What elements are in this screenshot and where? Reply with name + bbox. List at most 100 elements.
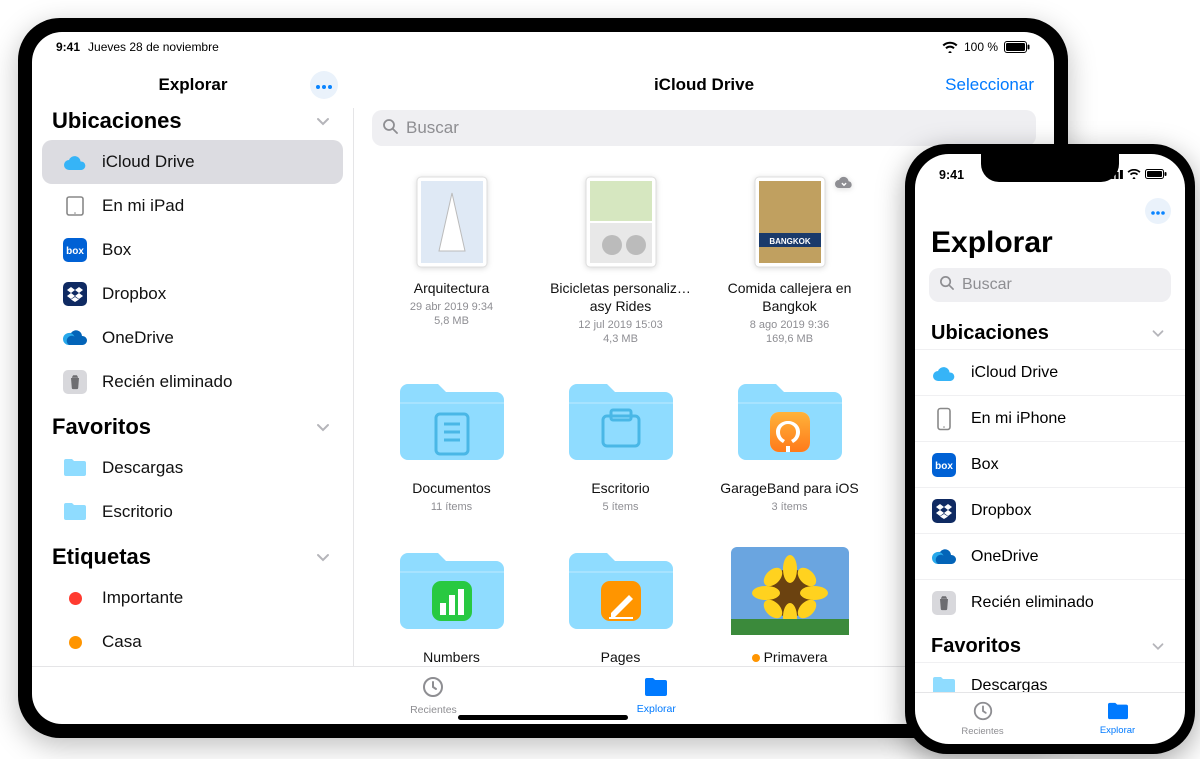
chevron-down-icon [313, 111, 333, 131]
battery-text: 100 % [964, 41, 998, 53]
status-time: 9:41 [56, 41, 80, 53]
sidebar-item[interactable]: iCloud Drive [915, 350, 1185, 396]
sidebar-item[interactable]: boxBox [915, 442, 1185, 488]
sidebar-item[interactable]: Recién eliminado [42, 360, 343, 404]
trash-icon [931, 590, 957, 616]
sidebar-item[interactable]: Dropbox [42, 272, 343, 316]
more-button[interactable] [310, 71, 338, 99]
cloud-icon [931, 360, 957, 386]
home-indicator[interactable] [458, 715, 628, 720]
sidebar-item-label: iCloud Drive [971, 364, 1058, 382]
folder-icon [1106, 701, 1130, 724]
sidebar-item[interactable]: Escritorio [42, 490, 343, 534]
sidebar-item-label: Dropbox [971, 502, 1031, 520]
file-item[interactable]: Primavera25 ago 2019 11:08 [712, 541, 867, 666]
sidebar-item[interactable]: En mi iPad [42, 184, 343, 228]
sidebar-item-label: iCloud Drive [102, 152, 195, 172]
sidebar: Ubicaciones iCloud Drive En mi iPad boxBox… [32, 108, 354, 666]
file-thumbnail [724, 372, 856, 472]
status-time: 9:41 [939, 168, 964, 182]
dropbox-icon [62, 281, 88, 307]
sidebar-item-label: Escritorio [102, 502, 173, 522]
notch [981, 154, 1119, 182]
tab-browse[interactable]: Explorar [1050, 693, 1185, 744]
file-thumbnail: BANGKOK [724, 172, 856, 272]
onedrive-icon [62, 325, 88, 351]
file-item[interactable]: Pages8 ítems [543, 541, 698, 666]
sidebar-item-label: Descargas [102, 458, 183, 478]
search-icon [939, 275, 954, 295]
page-title: Explorar [915, 224, 1185, 268]
ipad-icon [62, 193, 88, 219]
search-icon [382, 118, 398, 139]
file-name: Arquitectura [374, 280, 529, 298]
search-placeholder: Buscar [406, 118, 459, 138]
tag-dot-icon [62, 629, 88, 655]
file-thumbnail [386, 172, 518, 272]
sidebar-item[interactable]: Descargas [42, 446, 343, 490]
sidebar-item[interactable]: Descargas [915, 663, 1185, 692]
file-name: Primavera [712, 649, 867, 666]
file-name: Pages [543, 649, 698, 666]
file-meta: 3 ítems [712, 500, 867, 514]
sidebar-tag-item[interactable]: Importante [42, 576, 343, 620]
group-header-tags[interactable]: Etiquetas [32, 534, 353, 576]
tab-label: Explorar [1100, 725, 1135, 736]
tab-browse[interactable]: Explorar [637, 676, 676, 715]
file-meta: 29 abr 2019 9:345,8 MB [374, 300, 529, 329]
svg-text:BANGKOK: BANGKOK [769, 237, 811, 246]
battery-icon [1004, 41, 1030, 53]
file-item[interactable]: Documentos11 ítems [374, 372, 529, 514]
group-header-label: Etiquetas [52, 544, 151, 570]
sidebar-item[interactable]: iCloud Drive [42, 140, 343, 184]
file-item[interactable]: GarageBand para iOS3 ítems [712, 372, 867, 514]
wifi-icon [1127, 168, 1141, 182]
file-meta: 5 ítems [543, 500, 698, 514]
sidebar-item[interactable]: OneDrive [42, 316, 343, 360]
group-header-favorites[interactable]: Favoritos [915, 625, 1185, 662]
chevron-down-icon [313, 417, 333, 437]
sidebar-item[interactable]: Dropbox [915, 488, 1185, 534]
file-thumbnail [555, 172, 687, 272]
more-button[interactable] [1145, 198, 1171, 224]
file-item[interactable]: Bicicletas personaliz…asy Rides12 jul 20… [543, 172, 698, 346]
file-thumbnail [386, 541, 518, 641]
file-thumbnail [386, 372, 518, 472]
svg-text:box: box [935, 461, 953, 472]
chevron-down-icon [313, 547, 333, 567]
sidebar-item[interactable]: En mi iPhone [915, 396, 1185, 442]
more-icon [316, 76, 332, 94]
tab-bar: Recientes Explorar [915, 692, 1185, 744]
sidebar-item-label: En mi iPad [102, 196, 184, 216]
file-item[interactable]: Arquitectura 29 abr 2019 9:345,8 MB [374, 172, 529, 346]
tag-dot-icon [62, 585, 88, 611]
status-date: Jueves 28 de noviembre [88, 41, 219, 53]
sidebar-item[interactable]: Recién eliminado [915, 580, 1185, 625]
main-title: iCloud Drive [354, 75, 1054, 95]
file-name: Escritorio [543, 480, 698, 498]
file-item[interactable]: Numbers5 ítems [374, 541, 529, 666]
sidebar-item-label: Recién eliminado [102, 372, 232, 392]
file-item[interactable]: Escritorio 5 ítems [543, 372, 698, 514]
group-header-favorites[interactable]: Favoritos [32, 404, 353, 446]
sidebar-item-label: Descargas [971, 677, 1047, 693]
search-input[interactable]: Buscar [929, 268, 1171, 302]
sidebar-item[interactable]: OneDrive [915, 534, 1185, 580]
sidebar-item-label: OneDrive [102, 328, 174, 348]
file-item[interactable]: BANGKOKComida callejera en Bangkok8 ago … [712, 172, 867, 346]
group-header-locations[interactable]: Ubicaciones [32, 108, 353, 140]
iphone-device: 9:41 Explorar Buscar Ubicaciones iCloud … [905, 144, 1195, 754]
search-input[interactable]: Buscar [372, 110, 1036, 146]
tab-label: Explorar [637, 703, 676, 715]
tab-recents[interactable]: Recientes [915, 693, 1050, 744]
folder-icon [931, 673, 957, 693]
chevron-down-icon [1149, 324, 1169, 344]
sidebar-item[interactable]: boxBox [42, 228, 343, 272]
tag-dot-icon [752, 654, 760, 662]
sidebar-tag-item[interactable]: Casa [42, 620, 343, 664]
sidebar-title: Explorar [32, 75, 354, 95]
file-name: Comida callejera en Bangkok [712, 280, 867, 316]
tab-recents[interactable]: Recientes [410, 675, 457, 716]
file-thumbnail [555, 372, 687, 472]
group-header-locations[interactable]: Ubicaciones [915, 312, 1185, 349]
